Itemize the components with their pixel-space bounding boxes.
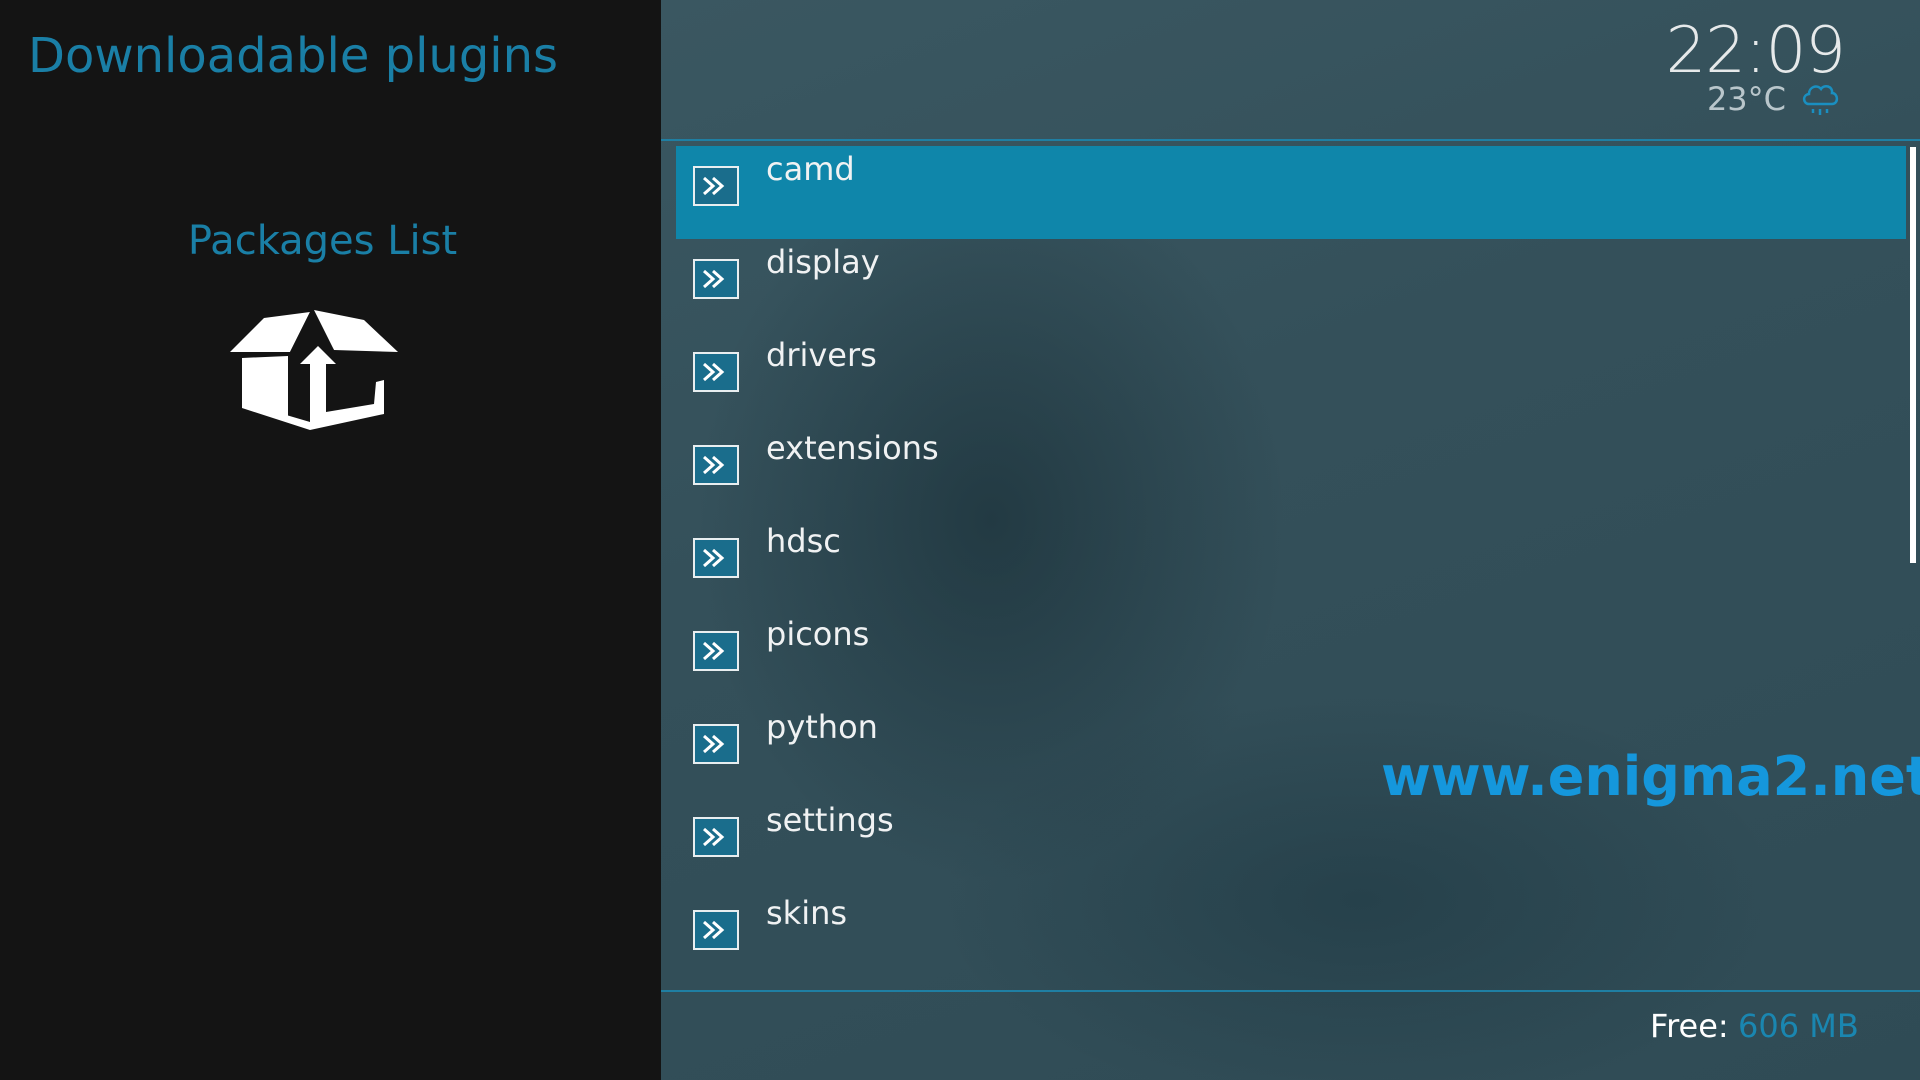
arrow-right-icon <box>693 352 739 392</box>
list-item-label: picons <box>766 615 870 653</box>
arrow-right-icon <box>693 910 739 950</box>
list-item-label: skins <box>766 894 848 932</box>
clock: 22:09 <box>1665 14 1846 88</box>
list-item[interactable]: extensions <box>676 425 1906 518</box>
arrow-right-icon <box>693 817 739 857</box>
package-category-list: camd display drivers extensions hdsc pic… <box>676 146 1906 983</box>
header-divider <box>661 139 1920 141</box>
free-space-label: Free: <box>1650 1007 1729 1045</box>
arrow-right-icon <box>693 631 739 671</box>
rain-cloud-icon <box>1802 84 1839 115</box>
list-item-label: drivers <box>766 336 877 374</box>
list-item[interactable]: settings <box>676 797 1906 890</box>
list-item-label: camd <box>766 150 855 188</box>
arrow-right-icon <box>693 259 739 299</box>
free-space-value: 606 MB <box>1738 1007 1859 1045</box>
weather-widget: 23°C <box>1707 80 1840 118</box>
arrow-right-icon <box>693 724 739 764</box>
list-item-label: extensions <box>766 429 939 467</box>
section-title: Packages List <box>187 218 458 264</box>
list-item-label: hdsc <box>766 522 841 560</box>
footer-divider <box>661 990 1920 992</box>
right-panel: 22:09 23°C camd display drivers extensio… <box>661 0 1920 1080</box>
arrow-right-icon <box>693 445 739 485</box>
list-item[interactable]: display <box>676 239 1906 332</box>
list-item[interactable]: skins <box>676 890 1906 983</box>
arrow-right-icon <box>693 538 739 578</box>
page-title: Downloadable plugins <box>28 28 559 84</box>
list-item-label: settings <box>766 801 894 839</box>
package-box-icon <box>230 310 398 430</box>
arrow-right-icon <box>693 166 739 206</box>
list-item[interactable]: picons <box>676 611 1906 704</box>
left-panel: Downloadable plugins Packages List <box>0 0 661 1080</box>
list-item-label: python <box>766 708 878 746</box>
list-item[interactable]: hdsc <box>676 518 1906 611</box>
list-item-label: display <box>766 243 880 281</box>
temperature: 23°C <box>1706 80 1786 118</box>
watermark: www.enigma2.net <box>1381 745 1920 808</box>
list-item[interactable]: camd <box>676 146 1906 239</box>
scrollbar[interactable] <box>1910 147 1916 563</box>
screen: Downloadable plugins Packages List 22:09… <box>0 0 1920 1080</box>
list-item[interactable]: drivers <box>676 332 1906 425</box>
